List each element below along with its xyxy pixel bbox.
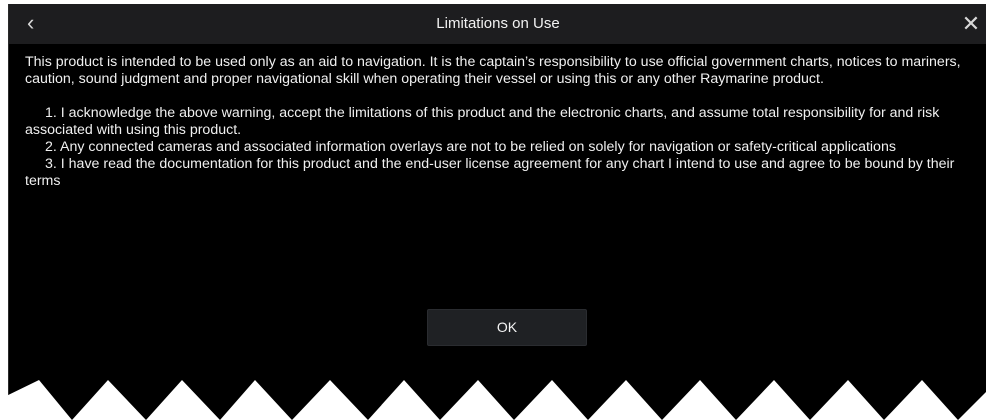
limitations-dialog: ‹ Limitations on Use ✕ This product is i…: [8, 4, 986, 420]
ok-button[interactable]: OK: [427, 309, 587, 346]
acknowledgement-item-1: 1. I acknowledge the above warning, acce…: [25, 105, 940, 138]
screenshot-frame: ‹ Limitations on Use ✕ This product is i…: [0, 0, 986, 420]
close-icon[interactable]: ✕: [959, 12, 983, 36]
intro-paragraph: This product is intended to be used only…: [25, 54, 961, 87]
dialog-body: This product is intended to be used only…: [25, 54, 973, 190]
dialog-title: Limitations on Use: [436, 15, 560, 32]
acknowledgement-item-2: 2. Any connected cameras and associated …: [45, 139, 896, 155]
dialog-titlebar: ‹ Limitations on Use ✕: [9, 4, 986, 44]
acknowledgement-item-3: 3. I have read the documentation for thi…: [25, 156, 955, 189]
